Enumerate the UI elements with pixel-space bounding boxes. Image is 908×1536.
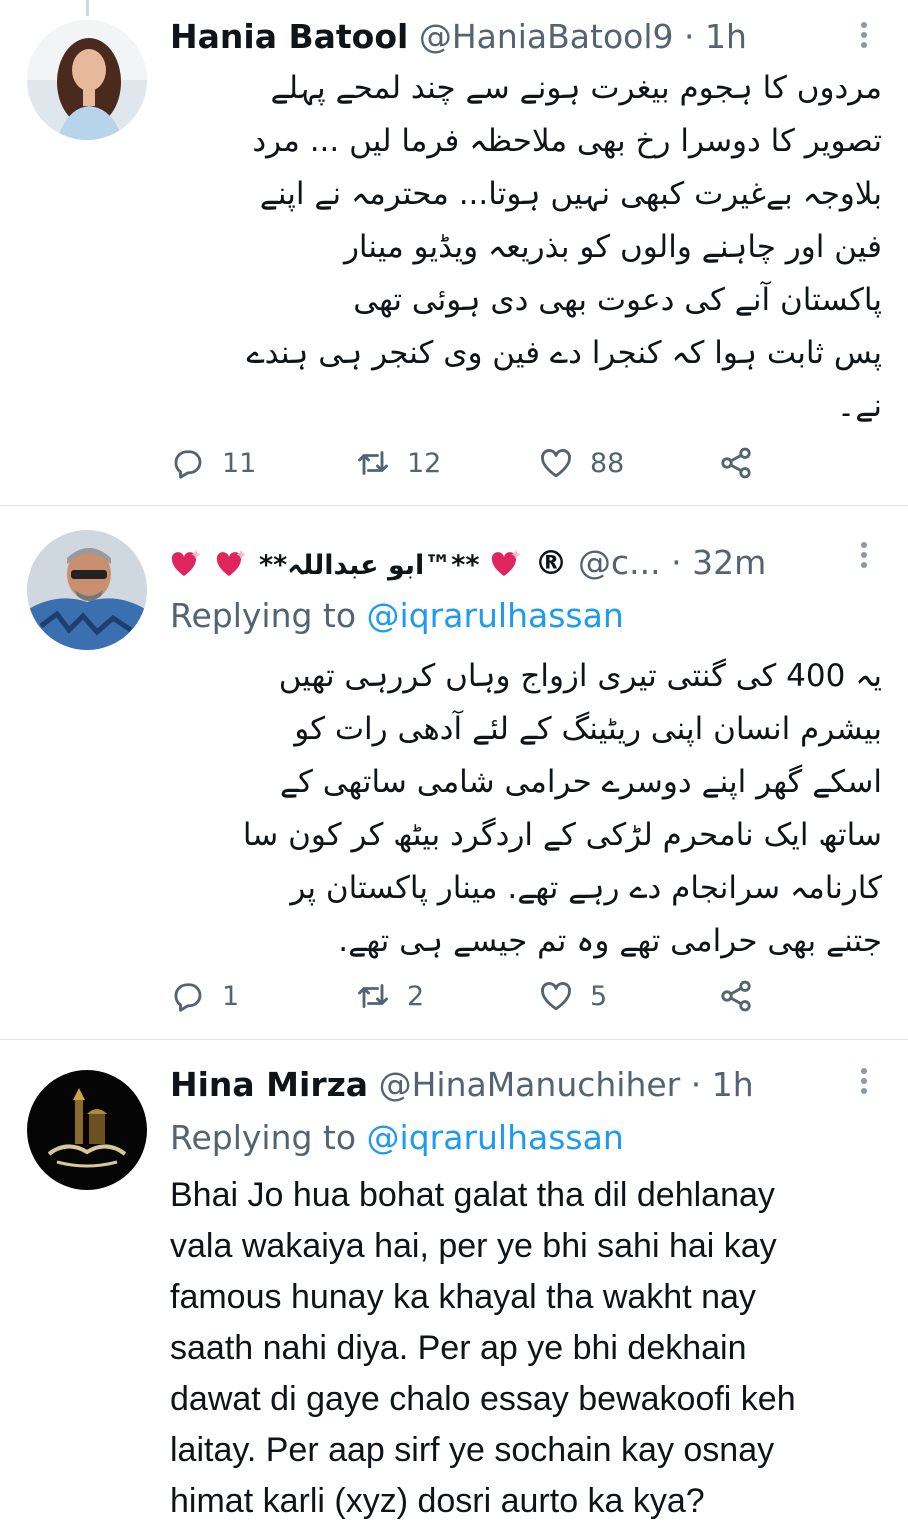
tweet-hania-batool[interactable]: Hania Batool @HaniaBatool9 · 1h مردوں کا… bbox=[0, 0, 908, 505]
display-name[interactable]: **ابو عبداللہ™** bbox=[259, 550, 480, 581]
more-icon[interactable] bbox=[858, 18, 870, 58]
text-line: بلاوجہ بےغیرت کبھی نہیں ہوتا... محترمہ ن… bbox=[259, 176, 882, 212]
user-handle[interactable]: @c... bbox=[578, 543, 661, 582]
tweet-text: Bhai Jo hua bohat galat tha dil dehlanay… bbox=[170, 1170, 890, 1527]
text-line: laitay. Per aap sirf ye sochain kay osna… bbox=[170, 1431, 775, 1469]
text-line: ساتھ ایک نامحرم لڑکی کے اردگرد بیٹھ کر ک… bbox=[242, 817, 882, 853]
avatar[interactable] bbox=[27, 1070, 147, 1190]
separator-dot: · bbox=[690, 1065, 702, 1104]
reply-count: 1 bbox=[222, 980, 240, 1012]
text-line: famous hunay ka khayal tha wakht nay bbox=[170, 1278, 756, 1316]
mention-link[interactable]: @iqrarulhassan bbox=[367, 596, 624, 635]
share-button[interactable] bbox=[718, 441, 770, 485]
tweet-header: Hania Batool @HaniaBatool9 · 1h bbox=[170, 12, 868, 62]
display-name[interactable]: Hina Mirza bbox=[170, 1065, 368, 1104]
text-line: himat karli (xyz) dosri aurto ka kya? bbox=[170, 1482, 705, 1520]
separator-dot: · bbox=[671, 543, 682, 582]
replying-label: Replying to bbox=[170, 1118, 357, 1157]
like-button[interactable]: 88 bbox=[538, 441, 624, 485]
share-button[interactable] bbox=[718, 974, 770, 1018]
reply-icon bbox=[174, 450, 202, 479]
tweet-actions: 1 2 5 bbox=[170, 974, 790, 1018]
like-count: 88 bbox=[590, 447, 625, 479]
text-line: فین اور چاہنے والوں کو بذریعہ ویڈیو مینا… bbox=[343, 229, 882, 265]
replying-label: Replying to bbox=[170, 596, 357, 635]
more-icon[interactable] bbox=[858, 538, 870, 578]
timestamp[interactable]: 1h bbox=[712, 1065, 754, 1104]
retweet-count: 12 bbox=[407, 447, 442, 479]
more-icon[interactable] bbox=[858, 1064, 870, 1104]
like-count: 5 bbox=[590, 980, 608, 1012]
heart-icon bbox=[541, 449, 571, 478]
retweet-button[interactable]: 12 bbox=[355, 441, 441, 485]
text-line: جتنے بھی حرامی تھے وہ تم جیسے ہی تھے. bbox=[338, 923, 882, 959]
tweet-text: یہ 400 کی گنتی تیری ازواج وہاں کررہی تھی… bbox=[170, 650, 882, 968]
sparkling-heart-icon bbox=[216, 550, 245, 576]
tweet-header: Hina Mirza @HinaManuchiher · 1h bbox=[170, 1060, 868, 1110]
retweet-count: 2 bbox=[407, 980, 425, 1012]
tweet-actions: 11 12 88 bbox=[170, 441, 790, 485]
text-line: Bhai Jo hua bohat galat tha dil dehlanay bbox=[170, 1176, 775, 1214]
heart-icon bbox=[541, 982, 571, 1011]
replying-to: Replying to @iqrarulhassan bbox=[170, 1116, 624, 1160]
replying-to: Replying to @iqrarulhassan bbox=[170, 594, 624, 638]
text-line: saath nahi diya. Per ap ye bhi dekhain bbox=[170, 1329, 747, 1367]
timestamp[interactable]: 32m bbox=[692, 543, 766, 582]
share-icon bbox=[721, 980, 751, 1012]
tweet-hina-mirza[interactable]: Hina Mirza @HinaManuchiher · 1h Replying… bbox=[0, 1040, 908, 1536]
retweet-icon bbox=[358, 984, 388, 1008]
text-line: پاکستان آنے کی دعوت بھی دی ہوئی تھی bbox=[353, 282, 882, 318]
timestamp[interactable]: 1h bbox=[705, 17, 747, 56]
reply-icon bbox=[174, 983, 202, 1012]
text-line: dawat di gaye chalo essay bewakoofi keh bbox=[170, 1380, 796, 1418]
text-line: مردوں کا ہجوم بیغرت ہونے سے چند لمحے پہل… bbox=[270, 70, 882, 106]
registered-mark: ® bbox=[534, 543, 568, 582]
avatar[interactable] bbox=[27, 530, 147, 650]
text-line: یہ 400 کی گنتی تیری ازواج وہاں کررہی تھی… bbox=[278, 658, 882, 694]
text-line: اسکے گھر اپنے دوسرے حرامی شامی ساتھی کے bbox=[279, 764, 882, 800]
sparkling-heart-icon bbox=[491, 550, 521, 576]
text-line: پس ثابت ہوا کہ کنجرا دے فین وی کنجر ہی ہ… bbox=[246, 335, 882, 371]
user-handle[interactable]: @HinaManuchiher bbox=[379, 1065, 681, 1104]
text-line: بیشرم انسان اپنی ریٹینگ کے لئے آدھی رات … bbox=[294, 711, 882, 747]
tweet-text: مردوں کا ہجوم بیغرت ہونے سے چند لمحے پہل… bbox=[170, 62, 882, 433]
tweet-header: **ابو عبداللہ™** ® @c... · 32m bbox=[170, 538, 860, 588]
sparkling-heart-icon bbox=[171, 550, 201, 576]
avatar[interactable] bbox=[27, 20, 147, 140]
reply-count: 11 bbox=[222, 447, 257, 479]
display-name[interactable]: Hania Batool bbox=[170, 17, 408, 56]
text-line: نے۔ bbox=[837, 388, 882, 424]
text-line: کارنامہ سرانجام دے رہے تھے. مینار پاکستا… bbox=[290, 870, 882, 906]
separator-dot: · bbox=[684, 17, 695, 56]
retweet-button[interactable]: 2 bbox=[355, 974, 424, 1018]
mention-link[interactable]: @iqrarulhassan bbox=[367, 1118, 624, 1157]
share-icon bbox=[721, 447, 751, 479]
reply-button[interactable]: 1 bbox=[170, 974, 239, 1018]
user-handle[interactable]: @HaniaBatool9 bbox=[419, 17, 674, 56]
reply-button[interactable]: 11 bbox=[170, 441, 256, 485]
text-line: vala wakaiya hai, per ye bhi sahi hai ka… bbox=[170, 1227, 777, 1265]
tweet-abu-abdullah[interactable]: **ابو عبداللہ™** ® @c... · 32m Replying … bbox=[0, 506, 908, 1039]
like-button[interactable]: 5 bbox=[538, 974, 607, 1018]
text-line: تصویر کا دوسرا رخ بھی ملاحظہ فرما لیں ..… bbox=[252, 123, 882, 159]
retweet-icon bbox=[358, 451, 388, 475]
